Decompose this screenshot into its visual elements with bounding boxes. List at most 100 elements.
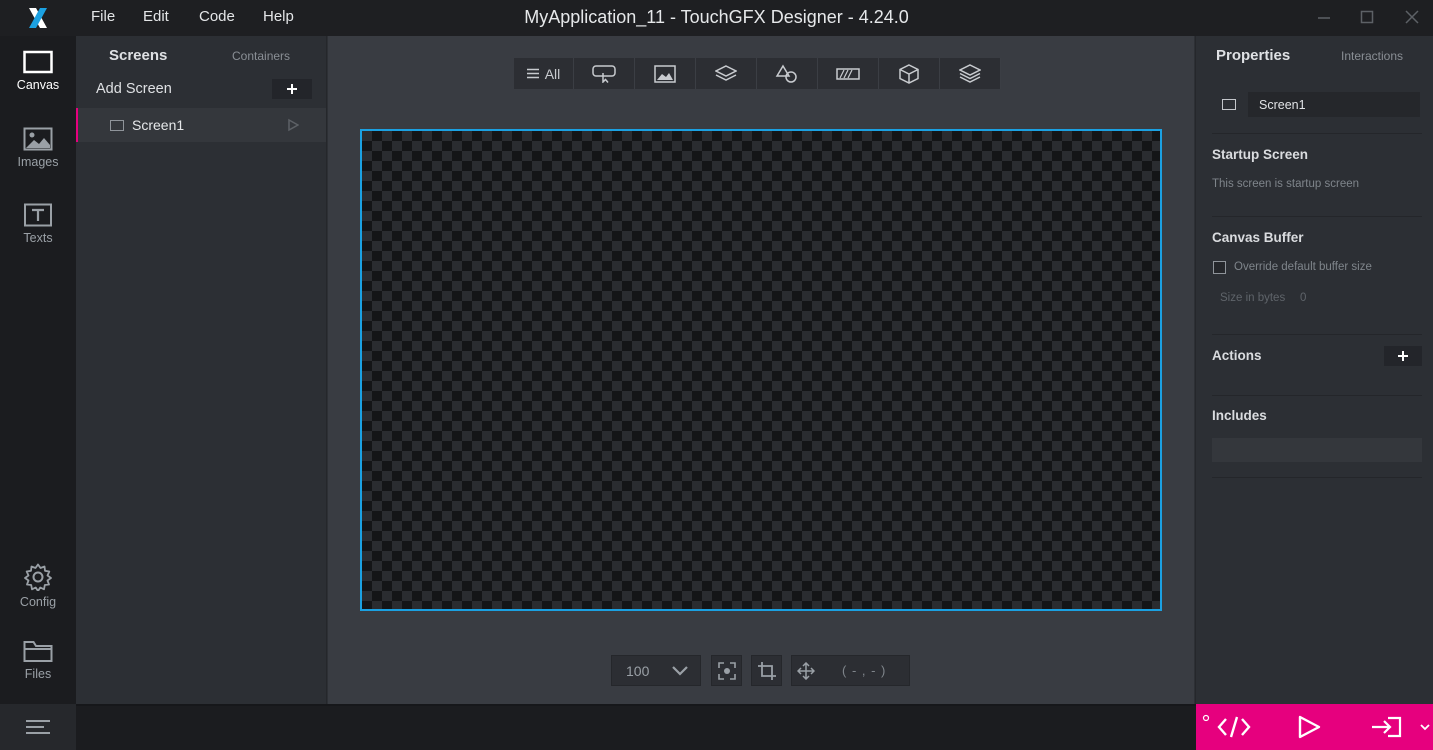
screen-list-item[interactable]: Screen1 bbox=[76, 108, 326, 142]
minimize-button[interactable] bbox=[1310, 4, 1338, 30]
size-in-bytes-label: Size in bytes bbox=[1220, 292, 1286, 304]
button-click-icon bbox=[592, 64, 616, 83]
add-screen-button[interactable] bbox=[272, 79, 312, 99]
left-nav: Canvas Images Texts Config Files bbox=[0, 36, 76, 750]
tab-interactions[interactable]: Interactions bbox=[1341, 49, 1403, 63]
run-simulator-button[interactable] bbox=[1292, 712, 1326, 742]
size-in-bytes-value: 0 bbox=[1300, 292, 1307, 304]
list-icon bbox=[526, 68, 539, 79]
filter-buttons-button[interactable] bbox=[574, 58, 635, 89]
properties-panel: Properties Interactions Startup Screen T… bbox=[1195, 36, 1433, 704]
menu-help[interactable]: Help bbox=[263, 0, 294, 36]
gear-icon bbox=[24, 563, 52, 591]
screen-name-input[interactable] bbox=[1248, 92, 1420, 117]
divider bbox=[1212, 216, 1422, 217]
screen-icon bbox=[110, 120, 124, 131]
play-icon bbox=[288, 118, 300, 132]
cube-icon bbox=[899, 63, 919, 84]
crop-icon bbox=[757, 661, 776, 680]
nav-canvas[interactable]: Canvas bbox=[0, 50, 76, 120]
menu-edit[interactable]: Edit bbox=[143, 0, 169, 36]
image-icon bbox=[23, 127, 53, 151]
chevron-down-icon bbox=[1420, 724, 1430, 731]
tab-screens[interactable]: Screens bbox=[109, 47, 167, 64]
startup-screen-title: Startup Screen bbox=[1212, 147, 1309, 162]
nav-texts-label: Texts bbox=[23, 231, 53, 245]
text-icon bbox=[24, 203, 52, 227]
divider bbox=[1212, 477, 1422, 478]
hamburger-icon bbox=[26, 720, 50, 734]
zoom-value: 100 bbox=[626, 662, 650, 679]
shapes-icon bbox=[775, 64, 797, 83]
filter-containers-button[interactable] bbox=[696, 58, 757, 89]
divider bbox=[1212, 395, 1422, 396]
focus-icon bbox=[717, 661, 736, 680]
nav-images[interactable]: Images bbox=[0, 127, 76, 197]
add-screen-label: Add Screen bbox=[96, 81, 172, 97]
play-icon bbox=[1298, 715, 1321, 739]
screen-icon bbox=[1222, 99, 1236, 110]
run-bar bbox=[1196, 704, 1433, 750]
nav-texts[interactable]: Texts bbox=[0, 203, 76, 273]
menu-code[interactable]: Code bbox=[199, 0, 235, 36]
startup-screen-text: This screen is startup screen bbox=[1212, 178, 1360, 190]
filter-miscellaneous-button[interactable] bbox=[940, 58, 1001, 89]
menu-file[interactable]: File bbox=[91, 0, 115, 36]
nav-images-label: Images bbox=[17, 155, 59, 169]
canvas-area: All 100 (- , -) bbox=[328, 36, 1194, 704]
maximize-button[interactable] bbox=[1353, 4, 1381, 30]
output-toggle-button[interactable] bbox=[0, 704, 76, 750]
minimize-icon bbox=[1318, 17, 1330, 19]
tab-properties[interactable]: Properties bbox=[1216, 47, 1290, 64]
zoom-fit-button[interactable] bbox=[711, 655, 742, 686]
widget-filter-bar: All bbox=[514, 58, 1001, 89]
includes-title: Includes bbox=[1212, 408, 1267, 423]
override-buffer-label: Override default buffer size bbox=[1234, 261, 1372, 273]
zoom-dropdown[interactable]: 100 bbox=[611, 655, 701, 686]
includes-field[interactable] bbox=[1212, 438, 1422, 462]
nav-config-label: Config bbox=[19, 595, 57, 609]
coordinates-display: ( - , - ) bbox=[791, 655, 910, 686]
filter-images-button[interactable] bbox=[635, 58, 696, 89]
move-icon bbox=[797, 662, 815, 680]
output-bar bbox=[76, 704, 1196, 750]
run-target-icon bbox=[1372, 716, 1402, 738]
nav-canvas-label: Canvas bbox=[16, 78, 60, 92]
filter-3d-button[interactable] bbox=[879, 58, 940, 89]
set-startup-button[interactable] bbox=[287, 118, 300, 135]
tab-containers[interactable]: Containers bbox=[232, 49, 290, 63]
chevron-down-icon bbox=[672, 665, 688, 676]
image-widget-icon bbox=[654, 64, 676, 83]
divider bbox=[1212, 334, 1422, 335]
screen-canvas[interactable] bbox=[360, 129, 1162, 611]
override-buffer-checkbox[interactable] bbox=[1213, 261, 1226, 274]
filter-progress-button[interactable] bbox=[818, 58, 879, 89]
status-indicator-icon bbox=[1202, 710, 1210, 725]
screen-name: Screen1 bbox=[132, 117, 185, 133]
touchgfx-logo-icon bbox=[0, 0, 76, 36]
screens-panel: Screens Containers Add Screen Screen1 bbox=[76, 36, 327, 704]
divider bbox=[1212, 133, 1422, 134]
nav-config[interactable]: Config bbox=[0, 563, 76, 633]
filter-all-button[interactable]: All bbox=[514, 58, 574, 89]
actions-title: Actions bbox=[1212, 348, 1262, 363]
progress-icon bbox=[836, 67, 860, 80]
add-action-button[interactable] bbox=[1384, 346, 1422, 366]
run-target-button[interactable] bbox=[1368, 712, 1404, 742]
close-icon bbox=[1405, 10, 1419, 24]
nav-files-label: Files bbox=[24, 667, 52, 681]
nav-files[interactable]: Files bbox=[0, 639, 76, 709]
generate-code-button[interactable] bbox=[1214, 712, 1254, 742]
plus-icon bbox=[287, 84, 297, 94]
coordinates-text: ( - , - ) bbox=[842, 663, 887, 678]
layers-icon bbox=[715, 64, 737, 81]
stack-icon bbox=[959, 63, 981, 83]
filter-shapes-button[interactable] bbox=[757, 58, 818, 89]
title-bar: File Edit Code Help MyApplication_11 - T… bbox=[0, 0, 1433, 36]
code-icon bbox=[1217, 716, 1251, 738]
run-options-dropdown[interactable] bbox=[1418, 712, 1432, 742]
crop-button[interactable] bbox=[751, 655, 782, 686]
close-button[interactable] bbox=[1398, 4, 1426, 30]
plus-icon bbox=[1398, 351, 1408, 361]
canvas-icon bbox=[23, 50, 53, 74]
